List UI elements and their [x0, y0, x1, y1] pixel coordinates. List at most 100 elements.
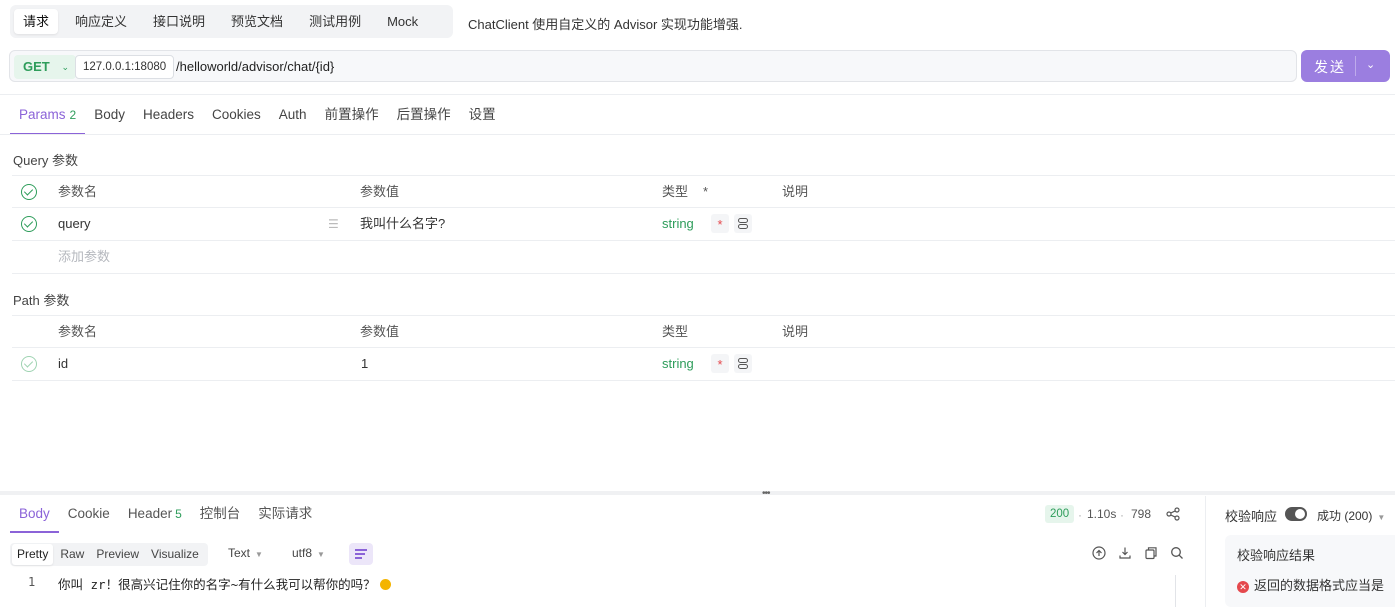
tab-response-header-label: Header: [127, 506, 173, 521]
chevron-down-icon: ▼: [255, 550, 263, 559]
col-description: 说明: [782, 184, 809, 199]
api-description: ChatClient 使用自定义的 Advisor 实现功能增强.: [468, 17, 743, 32]
host-selector[interactable]: 127.0.0.1:18080: [75, 55, 175, 79]
tab-actual-request[interactable]: 实际请求: [249, 496, 321, 532]
tab-response-header[interactable]: Header 5: [119, 496, 191, 532]
param-name[interactable]: query: [58, 208, 91, 240]
download-icon[interactable]: [1118, 546, 1132, 560]
tab-preview-docs[interactable]: 预览文档: [222, 9, 292, 34]
col-type: 类型: [662, 184, 689, 199]
response-time: 1.10s: [1087, 507, 1117, 521]
share-icon[interactable]: [1166, 507, 1180, 521]
tab-mock[interactable]: Mock: [378, 9, 427, 34]
link-icon[interactable]: [734, 214, 752, 233]
tab-response-cookie[interactable]: Cookie: [59, 496, 119, 532]
response-tabs: Body Cookie Header 5 控制台 实际请求: [10, 496, 321, 533]
tab-console[interactable]: 控制台: [191, 496, 250, 532]
validation-case-value: 成功 (200): [1317, 509, 1373, 523]
chevron-down-icon: ⌄: [61, 62, 69, 72]
top-tab-bar: 请求 响应定义 接口说明 预览文档 测试用例 Mock: [10, 5, 453, 38]
tab-response-body[interactable]: Body: [10, 496, 59, 533]
tab-params[interactable]: Params 2: [10, 97, 86, 135]
select-all-checkbox[interactable]: [21, 184, 37, 200]
path-header-row: 参数名 参数值 类型 说明: [12, 315, 1395, 348]
encoding-value: utf8: [292, 546, 313, 560]
format-pretty[interactable]: Pretty: [12, 544, 54, 565]
tab-test-cases[interactable]: 测试用例: [300, 9, 370, 34]
format-preview[interactable]: Preview: [91, 544, 144, 565]
param-value[interactable]: 我叫什么名字?: [360, 208, 445, 240]
tab-pre-operations[interactable]: 前置操作: [316, 97, 388, 134]
chevron-down-icon: ▼: [1377, 513, 1386, 522]
table-row: query ☰ 我叫什么名字? string *: [12, 208, 1395, 241]
separator-dot: ·: [1120, 508, 1124, 522]
tab-body[interactable]: Body: [85, 97, 134, 134]
col-param-value: 参数值: [360, 184, 400, 199]
url-path-input[interactable]: /helloworld/advisor/chat/{id}: [176, 59, 334, 74]
path-params-title: Path 参数: [13, 293, 70, 308]
row-checkbox[interactable]: [21, 216, 37, 232]
tab-auth[interactable]: Auth: [270, 97, 316, 134]
smiling-face-icon: [379, 579, 391, 590]
divider: [0, 134, 1395, 135]
validate-response-label: 校验响应: [1225, 509, 1278, 524]
content-type-select[interactable]: Text ▼: [228, 546, 263, 560]
validation-error: ✕ 返回的数据格式应当是: [1237, 575, 1384, 594]
panel-splitter[interactable]: [0, 491, 1395, 495]
request-sub-tabs: Params 2 Body Headers Cookies Auth 前置操作 后…: [10, 97, 505, 135]
param-type[interactable]: string: [662, 348, 694, 380]
encoding-select[interactable]: utf8 ▼: [292, 546, 325, 560]
chevron-down-icon[interactable]: ⌄: [1366, 58, 1375, 71]
send-divider: [1355, 56, 1356, 76]
divider: [0, 94, 1395, 95]
col-param-name: 参数名: [58, 184, 98, 199]
response-body-text: 你叫 zr！很高兴记住你的名字~有什么我可以帮你的吗？: [58, 577, 376, 592]
upload-icon[interactable]: [1092, 546, 1106, 560]
copy-icon[interactable]: [1144, 546, 1158, 560]
row-checkbox: [21, 356, 37, 372]
query-header-row: 参数名 参数值 类型 * 说明: [12, 175, 1395, 208]
tab-headers[interactable]: Headers: [134, 97, 203, 134]
link-icon[interactable]: [734, 354, 752, 373]
param-value[interactable]: 1: [361, 348, 368, 380]
send-button[interactable]: 发送 ⌄: [1301, 50, 1390, 82]
table-row: id 1 string *: [12, 348, 1395, 381]
validation-result-title: 校验响应结果: [1237, 548, 1316, 563]
word-wrap-icon[interactable]: [349, 543, 373, 565]
tab-response-definition[interactable]: 响应定义: [66, 9, 136, 34]
validation-result-panel: 校验响应结果 ✕ 返回的数据格式应当是: [1225, 535, 1395, 607]
method-select[interactable]: GET ⌄: [14, 55, 76, 79]
tab-request[interactable]: 请求: [14, 9, 59, 34]
col-description: 说明: [782, 324, 809, 339]
response-size: 798: [1131, 507, 1152, 521]
required-toggle-icon[interactable]: *: [711, 354, 729, 373]
response-body-line: 你叫 zr！很高兴记住你的名字~有什么我可以帮你的吗？: [58, 574, 391, 593]
tab-params-label: Params: [19, 107, 66, 122]
drag-handle-icon[interactable]: ☰: [328, 208, 339, 240]
method-label: GET: [23, 59, 50, 74]
params-count-badge: 2: [69, 108, 77, 122]
required-toggle-icon[interactable]: *: [711, 214, 729, 233]
param-name: id: [58, 356, 69, 371]
col-type: 类型: [662, 324, 689, 339]
validation-case-select[interactable]: 成功 (200) ▼: [1317, 507, 1385, 524]
scrollbar[interactable]: [1175, 575, 1176, 607]
param-type[interactable]: string: [662, 208, 694, 240]
validate-response-toggle[interactable]: [1285, 507, 1307, 521]
panel-divider: [1205, 496, 1206, 607]
col-param-value: 参数值: [360, 324, 400, 339]
drag-grip-icon[interactable]: •••: [762, 488, 770, 499]
line-number: 1: [28, 575, 36, 589]
format-raw[interactable]: Raw: [55, 544, 89, 565]
tab-cookies[interactable]: Cookies: [203, 97, 270, 134]
format-toggle-group: Pretty Raw Preview Visualize: [10, 543, 208, 566]
add-param-input[interactable]: 添加参数: [58, 241, 110, 273]
search-icon[interactable]: [1170, 546, 1184, 560]
tab-settings[interactable]: 设置: [460, 97, 505, 134]
tab-post-operations[interactable]: 后置操作: [388, 97, 460, 134]
send-label: 发送: [1314, 59, 1346, 75]
tab-api-docs[interactable]: 接口说明: [144, 9, 214, 34]
format-visualize[interactable]: Visualize: [146, 544, 204, 565]
content-type-value: Text: [228, 546, 251, 560]
chevron-down-icon: ▼: [317, 550, 325, 559]
